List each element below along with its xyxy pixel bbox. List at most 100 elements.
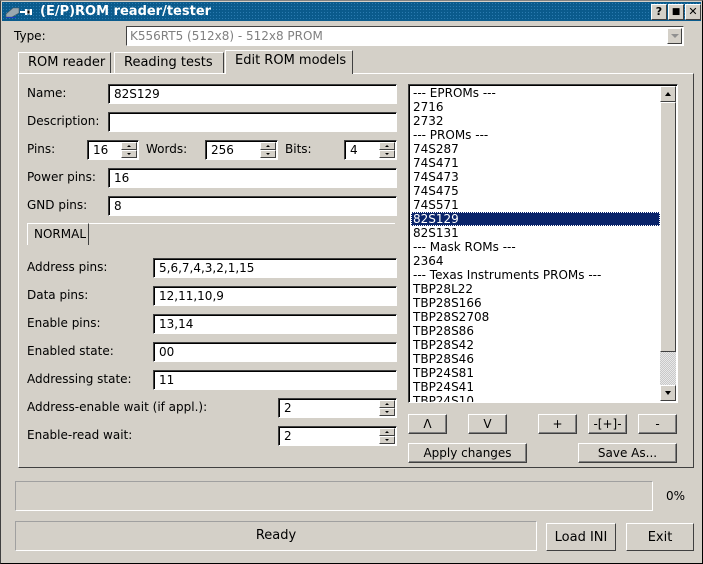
list-item[interactable]: 74S475 xyxy=(411,184,660,198)
scroll-up-icon[interactable] xyxy=(660,86,676,102)
exit-label: Exit xyxy=(647,530,673,545)
list-item[interactable]: 82S129 xyxy=(411,212,660,226)
gnd-pins-input[interactable]: 8 xyxy=(108,196,397,216)
enabled-state-label: Enabled state: xyxy=(27,344,114,358)
words-spinbox[interactable]: 256 xyxy=(205,140,278,160)
app-icon xyxy=(5,7,32,18)
list-group-header[interactable]: --- Mask ROMs --- xyxy=(411,240,660,254)
list-item[interactable]: 82S131 xyxy=(411,226,660,240)
list-group-header[interactable]: --- EPROMs --- xyxy=(411,86,660,100)
add-icon: + xyxy=(552,417,563,431)
type-combobox-value: K556RT5 (512x8) - 512x8 PROM xyxy=(130,29,323,43)
description-label: Description: xyxy=(27,114,100,128)
description-input[interactable] xyxy=(108,112,397,132)
list-scrollbar-thumb[interactable] xyxy=(660,102,676,352)
list-item[interactable]: TBP28S86 xyxy=(411,324,660,338)
list-item[interactable]: TBP28L22 xyxy=(411,282,660,296)
pins-value: 16 xyxy=(93,143,109,157)
tab-reading-tests[interactable]: Reading tests xyxy=(114,52,224,73)
addressing-state-input[interactable]: 11 xyxy=(153,370,397,390)
pins-label: Pins: xyxy=(27,142,56,156)
enable-read-wait-decrement[interactable] xyxy=(379,436,395,444)
pins-decrement[interactable] xyxy=(121,150,137,158)
bits-value: 4 xyxy=(350,143,358,157)
list-item[interactable]: TBP24S41 xyxy=(411,380,660,394)
address-enable-wait-increment[interactable] xyxy=(379,400,395,408)
move-up-button[interactable]: Λ xyxy=(408,414,447,434)
maximize-button[interactable]: ■ xyxy=(668,4,684,20)
enable-read-wait-spinbox[interactable]: 2 xyxy=(278,426,397,446)
addressing-state-label: Addressing state: xyxy=(27,372,132,386)
data-pins-label: Data pins: xyxy=(27,288,89,302)
bits-decrement[interactable] xyxy=(379,150,395,158)
list-item[interactable]: TBP24S10 xyxy=(411,394,660,402)
pins-increment[interactable] xyxy=(121,142,137,150)
list-group-header[interactable]: --- Texas Instruments PROMs --- xyxy=(411,268,660,282)
pins-spinbox[interactable]: 16 xyxy=(87,140,139,160)
list-group-header[interactable]: --- PROMs --- xyxy=(411,128,660,142)
list-item[interactable]: 74S471 xyxy=(411,156,660,170)
exit-button[interactable]: Exit xyxy=(626,523,694,551)
list-item[interactable]: 2732 xyxy=(411,114,660,128)
list-item[interactable]: TBP28S46 xyxy=(411,352,660,366)
chevron-down-icon[interactable] xyxy=(667,28,682,44)
list-item[interactable]: 74S287 xyxy=(411,142,660,156)
status-bar: Ready xyxy=(15,521,537,551)
tab-edit-rom-models[interactable]: Edit ROM models xyxy=(225,50,353,74)
window-title: (E/P)ROM reader/tester xyxy=(40,4,212,19)
list-item[interactable]: TBP28S42 xyxy=(411,338,660,352)
enable-pins-input[interactable]: 13,14 xyxy=(153,314,397,334)
load-ini-label: Load INI xyxy=(554,530,608,545)
gnd-pins-label: GND pins: xyxy=(27,198,88,212)
enable-pins-label: Enable pins: xyxy=(27,316,101,330)
tab-normal[interactable]: NORMAL xyxy=(27,223,89,245)
words-increment[interactable] xyxy=(260,142,276,150)
list-item[interactable]: 74S571 xyxy=(411,198,660,212)
load-ini-button[interactable]: Load INI xyxy=(546,523,616,551)
status-text: Ready xyxy=(255,528,297,543)
list-item[interactable]: TBP24S81 xyxy=(411,366,660,380)
bits-spinbox[interactable]: 4 xyxy=(344,140,397,160)
rom-model-list[interactable]: --- EPROMs --- 2716 2732 --- PROMs --- 74S28… xyxy=(408,84,678,403)
apply-changes-button[interactable]: Apply changes xyxy=(408,443,527,463)
list-item[interactable]: TBP28S166 xyxy=(411,296,660,310)
move-down-button[interactable]: V xyxy=(468,414,507,434)
move-down-icon: V xyxy=(483,417,492,431)
remove-model-button[interactable]: - xyxy=(638,414,677,434)
tab-rom-reader[interactable]: ROM reader xyxy=(18,52,111,73)
tab-reading-tests-label: Reading tests xyxy=(124,55,213,70)
duplicate-model-button[interactable]: -[+]- xyxy=(588,414,627,434)
bits-increment[interactable] xyxy=(379,142,395,150)
list-item[interactable]: 74S473 xyxy=(411,170,660,184)
tab-normal-label: NORMAL xyxy=(34,227,87,241)
enable-read-wait-increment[interactable] xyxy=(379,428,395,436)
power-pins-input[interactable]: 16 xyxy=(108,168,397,188)
words-decrement[interactable] xyxy=(260,150,276,158)
enabled-state-input[interactable]: 00 xyxy=(153,342,397,362)
help-icon: ? xyxy=(655,5,663,18)
help-button[interactable]: ? xyxy=(651,4,667,20)
list-item[interactable]: 2716 xyxy=(411,100,660,114)
list-scrollbar[interactable] xyxy=(660,86,676,401)
data-pins-input[interactable]: 12,11,10,9 xyxy=(153,286,397,306)
address-enable-wait-spinbox[interactable]: 2 xyxy=(278,398,397,418)
scroll-down-icon[interactable] xyxy=(660,385,676,401)
address-pins-input[interactable]: 5,6,7,4,3,2,1,15 xyxy=(153,258,397,278)
mode-tab-bar-line xyxy=(88,223,395,224)
name-input[interactable]: 82S129 xyxy=(108,84,397,104)
address-enable-wait-decrement[interactable] xyxy=(379,408,395,416)
address-pins-label: Address pins: xyxy=(27,260,108,274)
address-enable-wait-value: 2 xyxy=(284,401,292,415)
list-item[interactable]: 2364 xyxy=(411,254,660,268)
list-item[interactable]: TBP28S2708 xyxy=(411,310,660,324)
tab-edit-rom-models-label: Edit ROM models xyxy=(235,53,347,68)
add-model-button[interactable]: + xyxy=(538,414,577,434)
close-button[interactable]: ✕ xyxy=(685,4,701,20)
words-label: Words: xyxy=(146,142,188,156)
type-combobox[interactable]: K556RT5 (512x8) - 512x8 PROM xyxy=(126,26,684,46)
save-as-button[interactable]: Save As... xyxy=(578,443,677,463)
type-label: Type: xyxy=(14,29,46,43)
name-label: Name: xyxy=(27,86,67,100)
title-bar[interactable]: (E/P)ROM reader/tester ? ■ ✕ xyxy=(2,2,701,21)
power-pins-label: Power pins: xyxy=(27,170,96,184)
